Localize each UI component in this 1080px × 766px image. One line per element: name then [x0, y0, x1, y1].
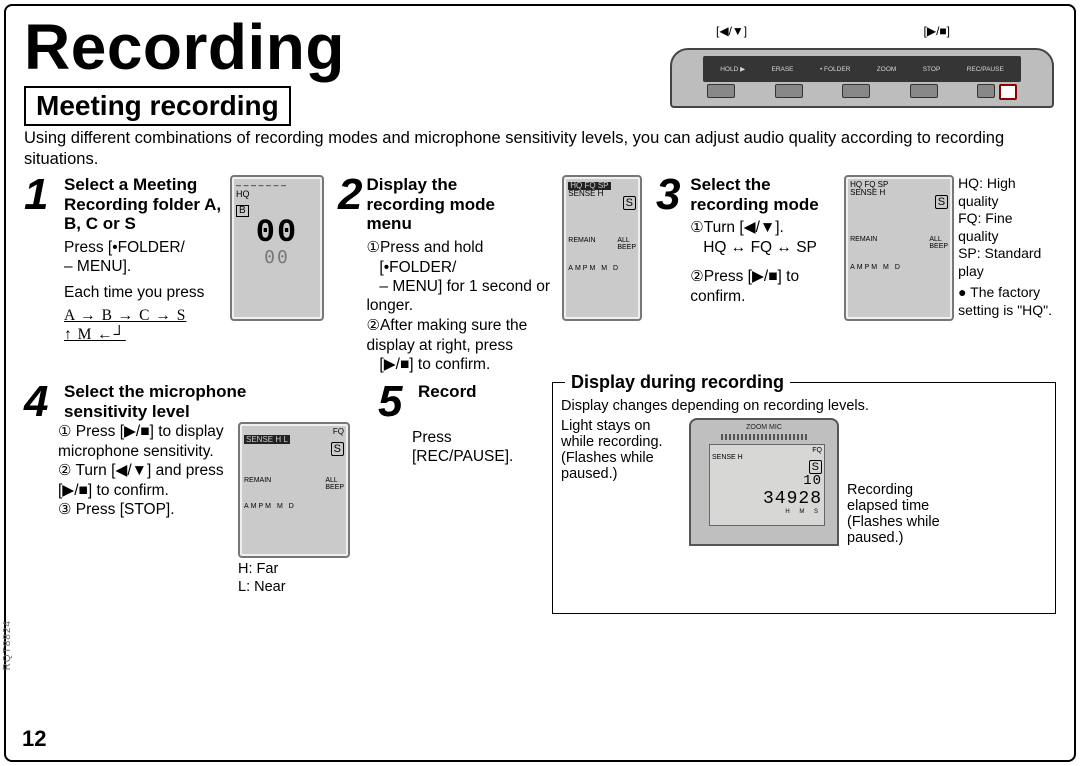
recorder-screen: FQ SENSE H S 10 34928 H M S [709, 444, 825, 526]
folder-cycle: A → B → C → S [64, 307, 186, 324]
step-1-heading: Select a Meeting Recording folder A, B, … [64, 175, 224, 234]
lcd-step-2: HQ FQ SP SENSE H S REMAIN ALL BEEP AMPM … [562, 175, 642, 321]
folder-cycle: ↑ M ←┘ [64, 326, 126, 343]
step-3-line: HQ ↔ FQ ↔ SP [703, 239, 817, 256]
step-3-number: 3 [656, 175, 686, 321]
step-2-line: [•FOLDER/ [379, 259, 456, 276]
step-5-heading: Record [418, 382, 477, 422]
erase-button [775, 84, 803, 98]
step-1-line: – MENU]. [64, 258, 131, 275]
sensitivity-H: H: Far [238, 560, 350, 578]
jog-left-label: [◀/▼] [716, 24, 747, 38]
playstop-label: [▶/■] [924, 24, 950, 38]
step-4-heading: Select the microphone sensitivity level [64, 382, 304, 422]
lcd-step-4: FQ SENSE H L S REMAIN ALL BEEP AMPM M D [238, 422, 350, 558]
step-1-line: Each time you press [64, 284, 204, 301]
step-2-line: After making sure the display at right, … [366, 317, 527, 354]
light-note: Light stays on while recording. (Flashes… [561, 418, 681, 546]
step-5-number: 5 [378, 382, 412, 422]
step-3-line: Turn [◀/▼]. [704, 219, 784, 236]
step-4-number: 4 [24, 382, 58, 422]
section-heading: Meeting recording [24, 86, 291, 126]
device-label-strip: HOLD ▶ ERASE • FOLDER ZOOM STOP REC/PAUS… [703, 56, 1021, 82]
elapsed-note: Recording elapsed time (Flashes while pa… [847, 482, 967, 546]
mode-legend: HQ: High quality FQ: Fine quality SP: St… [958, 175, 1056, 321]
step-3-heading: Select the recording mode [690, 175, 820, 214]
stop-button [977, 84, 995, 98]
page-number: 12 [22, 726, 46, 752]
step-4-line: Press [▶/■] to display microphone sensit… [58, 423, 224, 460]
step-3-line: Press [▶/■] to confirm. [690, 268, 799, 305]
step-2-line: – MENU] for 1 second or longer. [366, 278, 550, 314]
display-box-title: Display during recording [565, 372, 790, 393]
step-5-line: Press [REC/PAUSE]. [412, 429, 513, 465]
step-4-line: Press [STOP]. [76, 501, 175, 518]
device-top-view: [◀/▼] [▶/■] HOLD ▶ ERASE • FOLDER ZOOM S… [670, 48, 1054, 108]
step-1-number: 1 [24, 175, 58, 215]
hold-switch [707, 84, 735, 98]
folder-button [842, 84, 870, 98]
step-2-number: 2 [338, 175, 362, 374]
lcd-step-3: HQ FQ SP SENSE H S REMAIN ALL BEEP AMPM … [844, 175, 954, 321]
sensitivity-L: L: Near [238, 578, 350, 596]
rec-pause-button [999, 84, 1017, 100]
doc-code: RQT8824 [2, 620, 13, 670]
zoom-switch [910, 84, 938, 98]
lcd-step-1: – – – – – – – HQ B 00 00 [230, 175, 324, 321]
step-2-line: Press and hold [380, 239, 483, 256]
display-box-sub: Display changes depending on recording l… [561, 398, 1047, 414]
step-2-heading: Display the recording mode menu [366, 175, 506, 234]
recorder-front: ZOOM MIC FQ SENSE H S 10 34928 H M S [689, 418, 839, 546]
step-4-line: Turn [◀/▼] and press [▶/■] to confirm. [58, 462, 224, 499]
step-1-line: Press [•FOLDER/ [64, 239, 185, 256]
step-2-line: [▶/■] to confirm. [379, 356, 490, 373]
section-intro: Using different combinations of recordin… [24, 128, 1056, 169]
